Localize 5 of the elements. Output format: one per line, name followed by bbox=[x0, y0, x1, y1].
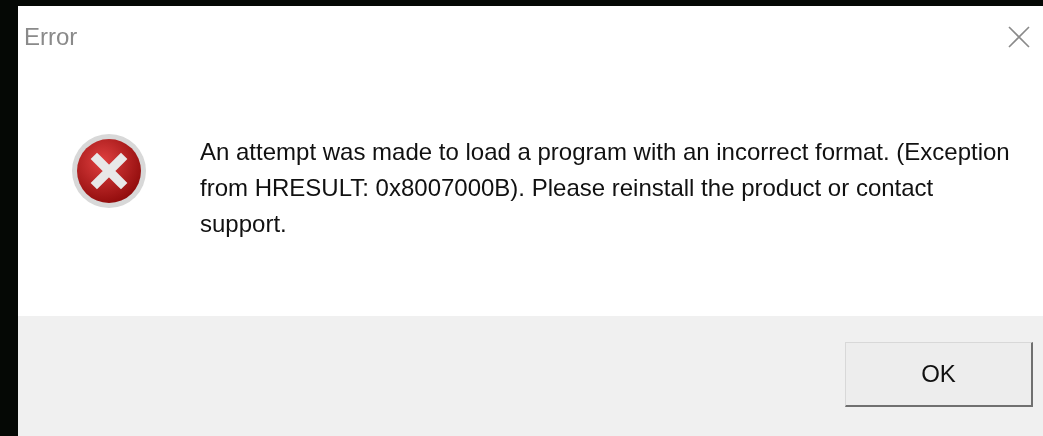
error-icon bbox=[70, 132, 148, 210]
window-title: Error bbox=[24, 22, 78, 52]
ok-button[interactable]: OK bbox=[845, 342, 1033, 407]
close-icon bbox=[1008, 26, 1030, 48]
error-message: An attempt was made to load a program with an incorrect format. (Exception from HRESULT: 0x8007000B). Please reinstall the product or contact support. bbox=[200, 137, 1011, 239]
